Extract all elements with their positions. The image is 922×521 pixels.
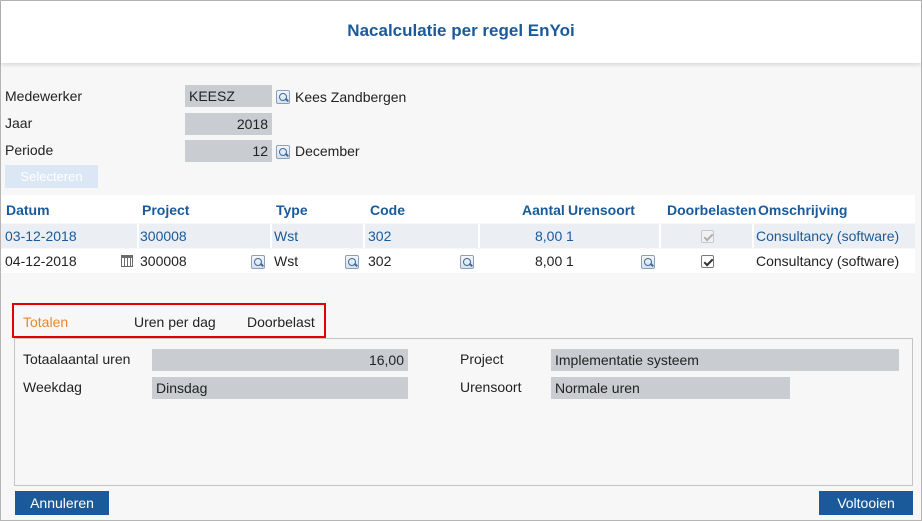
- medewerker-field[interactable]: KEESZ: [185, 85, 272, 107]
- row1-project[interactable]: 300008: [140, 228, 187, 244]
- cell-divider: [752, 224, 754, 248]
- column-header-doorbelasten[interactable]: Doorbelasten: [667, 202, 756, 218]
- row2-datum[interactable]: 04-12-2018: [5, 253, 77, 269]
- title-bar: Nacalculatie per regel EnYoi: [1, 1, 921, 63]
- tab-uren-per-dag[interactable]: Uren per dag: [134, 314, 216, 330]
- jaar-field[interactable]: 2018: [185, 113, 272, 135]
- row2-type[interactable]: Wst: [274, 253, 298, 269]
- row1-urensoort[interactable]: 1: [566, 228, 574, 244]
- row2-doorbelasten-checkbox[interactable]: [701, 255, 714, 268]
- weekdag-label: Weekdag: [23, 379, 82, 395]
- row2-omschrijving[interactable]: Consultancy (software): [756, 253, 899, 269]
- finish-button[interactable]: Voltooien: [819, 491, 913, 515]
- column-header-code[interactable]: Code: [370, 202, 405, 218]
- jaar-label: Jaar: [5, 115, 33, 131]
- row2-code[interactable]: 302: [368, 253, 391, 269]
- periode-name: December: [295, 143, 360, 159]
- row1-omschrijving[interactable]: Consultancy (software): [756, 228, 899, 244]
- urensoort-field: Normale uren: [551, 377, 790, 399]
- row2-urensoort[interactable]: 1: [566, 253, 574, 269]
- cancel-button[interactable]: Annuleren: [15, 491, 109, 515]
- type-lookup-icon[interactable]: [345, 255, 359, 269]
- calendar-icon[interactable]: [121, 255, 133, 267]
- project-label: Project: [460, 351, 504, 367]
- medewerker-lookup-icon[interactable]: [276, 90, 290, 104]
- row2-project[interactable]: 300008: [140, 253, 187, 269]
- code-lookup-icon[interactable]: [460, 255, 474, 269]
- row2-aantal[interactable]: 8,00: [535, 253, 562, 269]
- periode-label: Periode: [5, 142, 54, 158]
- dialog-title: Nacalculatie per regel EnYoi: [347, 21, 575, 40]
- tab-totalen[interactable]: Totalen: [23, 314, 68, 330]
- cell-divider: [659, 224, 661, 248]
- totaal-field: 16,00: [152, 349, 408, 371]
- periode-lookup-icon[interactable]: [276, 145, 290, 159]
- cell-divider: [363, 224, 365, 248]
- tab-doorbelast[interactable]: Doorbelast: [247, 314, 315, 330]
- project-field: Implementatie systeem: [551, 349, 899, 371]
- column-header-aantal[interactable]: Aantal: [522, 202, 565, 218]
- row1-aantal[interactable]: 8,00: [535, 228, 562, 244]
- column-header-datum[interactable]: Datum: [6, 202, 50, 218]
- project-lookup-icon[interactable]: [251, 255, 265, 269]
- totaal-label: Totaalaantal uren: [23, 351, 131, 367]
- column-header-urensoort[interactable]: Urensoort: [568, 202, 635, 218]
- row1-doorbelasten-checkbox: [701, 230, 714, 243]
- cell-divider: [478, 224, 480, 248]
- medewerker-label: Medewerker: [5, 88, 83, 104]
- cell-divider: [137, 224, 139, 248]
- weekdag-field: Dinsdag: [152, 377, 408, 399]
- select-button[interactable]: Selecteren: [5, 165, 98, 188]
- column-header-type[interactable]: Type: [276, 202, 308, 218]
- cell-divider: [270, 224, 272, 248]
- medewerker-name: Kees Zandbergen: [295, 89, 407, 105]
- periode-field[interactable]: 12: [185, 140, 272, 162]
- urensoort-lookup-icon[interactable]: [641, 255, 655, 269]
- row1-datum[interactable]: 03-12-2018: [5, 228, 77, 244]
- row1-code[interactable]: 302: [368, 228, 391, 244]
- row1-type[interactable]: Wst: [274, 228, 298, 244]
- column-header-project[interactable]: Project: [142, 202, 189, 218]
- column-header-omschrijving[interactable]: Omschrijving: [758, 202, 847, 218]
- urensoort-label: Urensoort: [460, 379, 522, 395]
